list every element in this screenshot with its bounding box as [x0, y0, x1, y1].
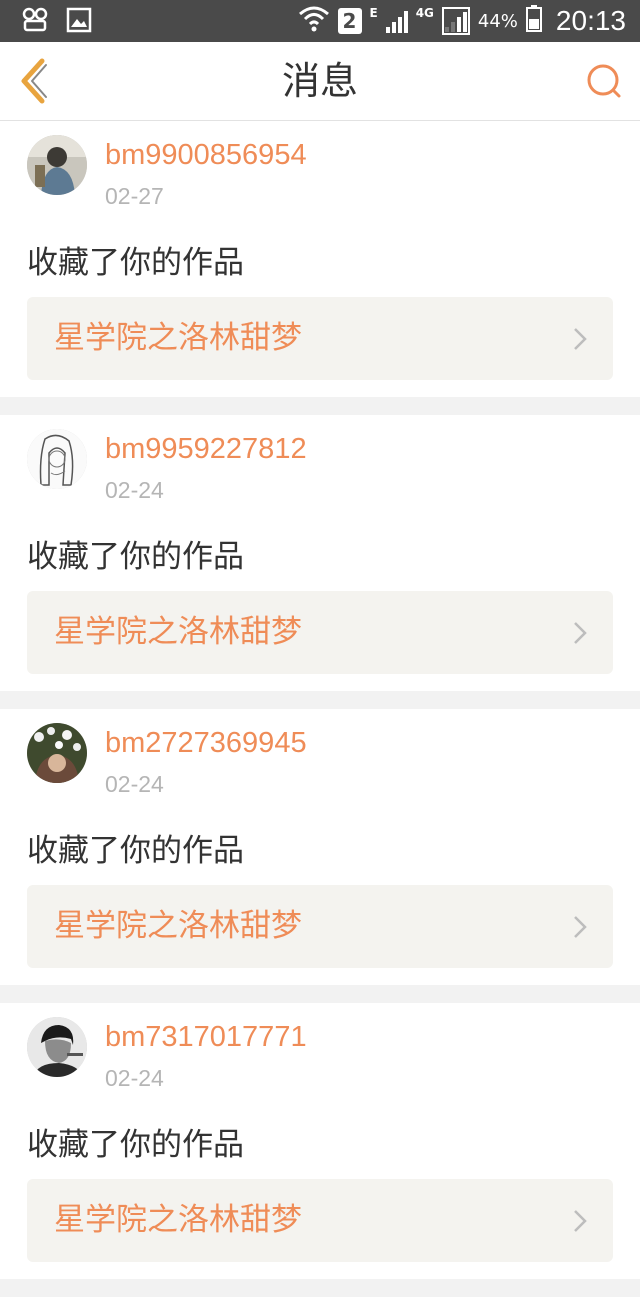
chevron-right-icon: [574, 328, 587, 350]
image-notification-icon: [66, 7, 92, 33]
app-notification-icon: [22, 7, 48, 33]
sim-badge: 2: [337, 8, 362, 34]
chevron-right-icon: [574, 622, 587, 644]
search-button[interactable]: [584, 61, 624, 101]
battery-percent: 44%: [477, 10, 518, 32]
message-card: bm7317017771 02-24 收藏了你的作品 星学院之洛林甜梦: [0, 1003, 640, 1279]
message-date: 02-24: [105, 771, 164, 797]
network-type-e: E: [369, 6, 378, 20]
avatar[interactable]: [27, 723, 87, 783]
message-card: bm9959227812 02-24 收藏了你的作品 星学院之洛林甜梦: [0, 415, 640, 691]
work-link[interactable]: 星学院之洛林甜梦: [27, 1179, 613, 1262]
app-header: 消息: [0, 42, 640, 121]
message-action: 收藏了你的作品: [27, 245, 244, 281]
message-action: 收藏了你的作品: [27, 833, 244, 869]
message-date: 02-24: [105, 477, 164, 503]
network-type-4g: 4G: [415, 6, 434, 20]
search-icon: [587, 64, 621, 98]
chevron-right-icon: [574, 1210, 587, 1232]
avatar[interactable]: [27, 1017, 87, 1077]
message-action: 收藏了你的作品: [27, 1127, 244, 1163]
username[interactable]: bm9900856954: [105, 139, 307, 172]
back-button[interactable]: [14, 56, 54, 106]
username[interactable]: bm2727369945: [105, 727, 307, 760]
message-card: bm2727369945 02-24 收藏了你的作品 星学院之洛林甜梦: [0, 709, 640, 985]
avatar[interactable]: [27, 135, 87, 195]
wifi-icon: [298, 4, 330, 38]
signal-icon-2: [441, 7, 470, 35]
chevron-right-icon: [574, 916, 587, 938]
message-action: 收藏了你的作品: [27, 539, 244, 575]
avatar[interactable]: [27, 429, 87, 489]
work-link[interactable]: 星学院之洛林甜梦: [27, 885, 613, 968]
battery-icon: [525, 4, 542, 38]
status-bar: 2 E 4G 44% 20:13: [0, 0, 640, 42]
message-date: 02-27: [105, 183, 164, 209]
work-title: 星学院之洛林甜梦: [54, 908, 302, 944]
message-card: bm9900856954 02-27 收藏了你的作品 星学院之洛林甜梦: [0, 121, 640, 397]
message-date: 02-24: [105, 1065, 164, 1091]
username[interactable]: bm9959227812: [105, 433, 307, 466]
work-link[interactable]: 星学院之洛林甜梦: [27, 297, 613, 380]
work-title: 星学院之洛林甜梦: [54, 1202, 302, 1238]
clock: 20:13: [555, 5, 626, 36]
username[interactable]: bm7317017771: [105, 1021, 307, 1054]
message-list: bm9900856954 02-27 收藏了你的作品 星学院之洛林甜梦 bm99…: [0, 121, 640, 1297]
chevron-left-icon: [21, 58, 47, 104]
signal-icon: [385, 9, 408, 33]
work-title: 星学院之洛林甜梦: [54, 614, 302, 650]
page-title: 消息: [281, 59, 358, 103]
work-link[interactable]: 星学院之洛林甜梦: [27, 591, 613, 674]
work-title: 星学院之洛林甜梦: [54, 320, 302, 356]
